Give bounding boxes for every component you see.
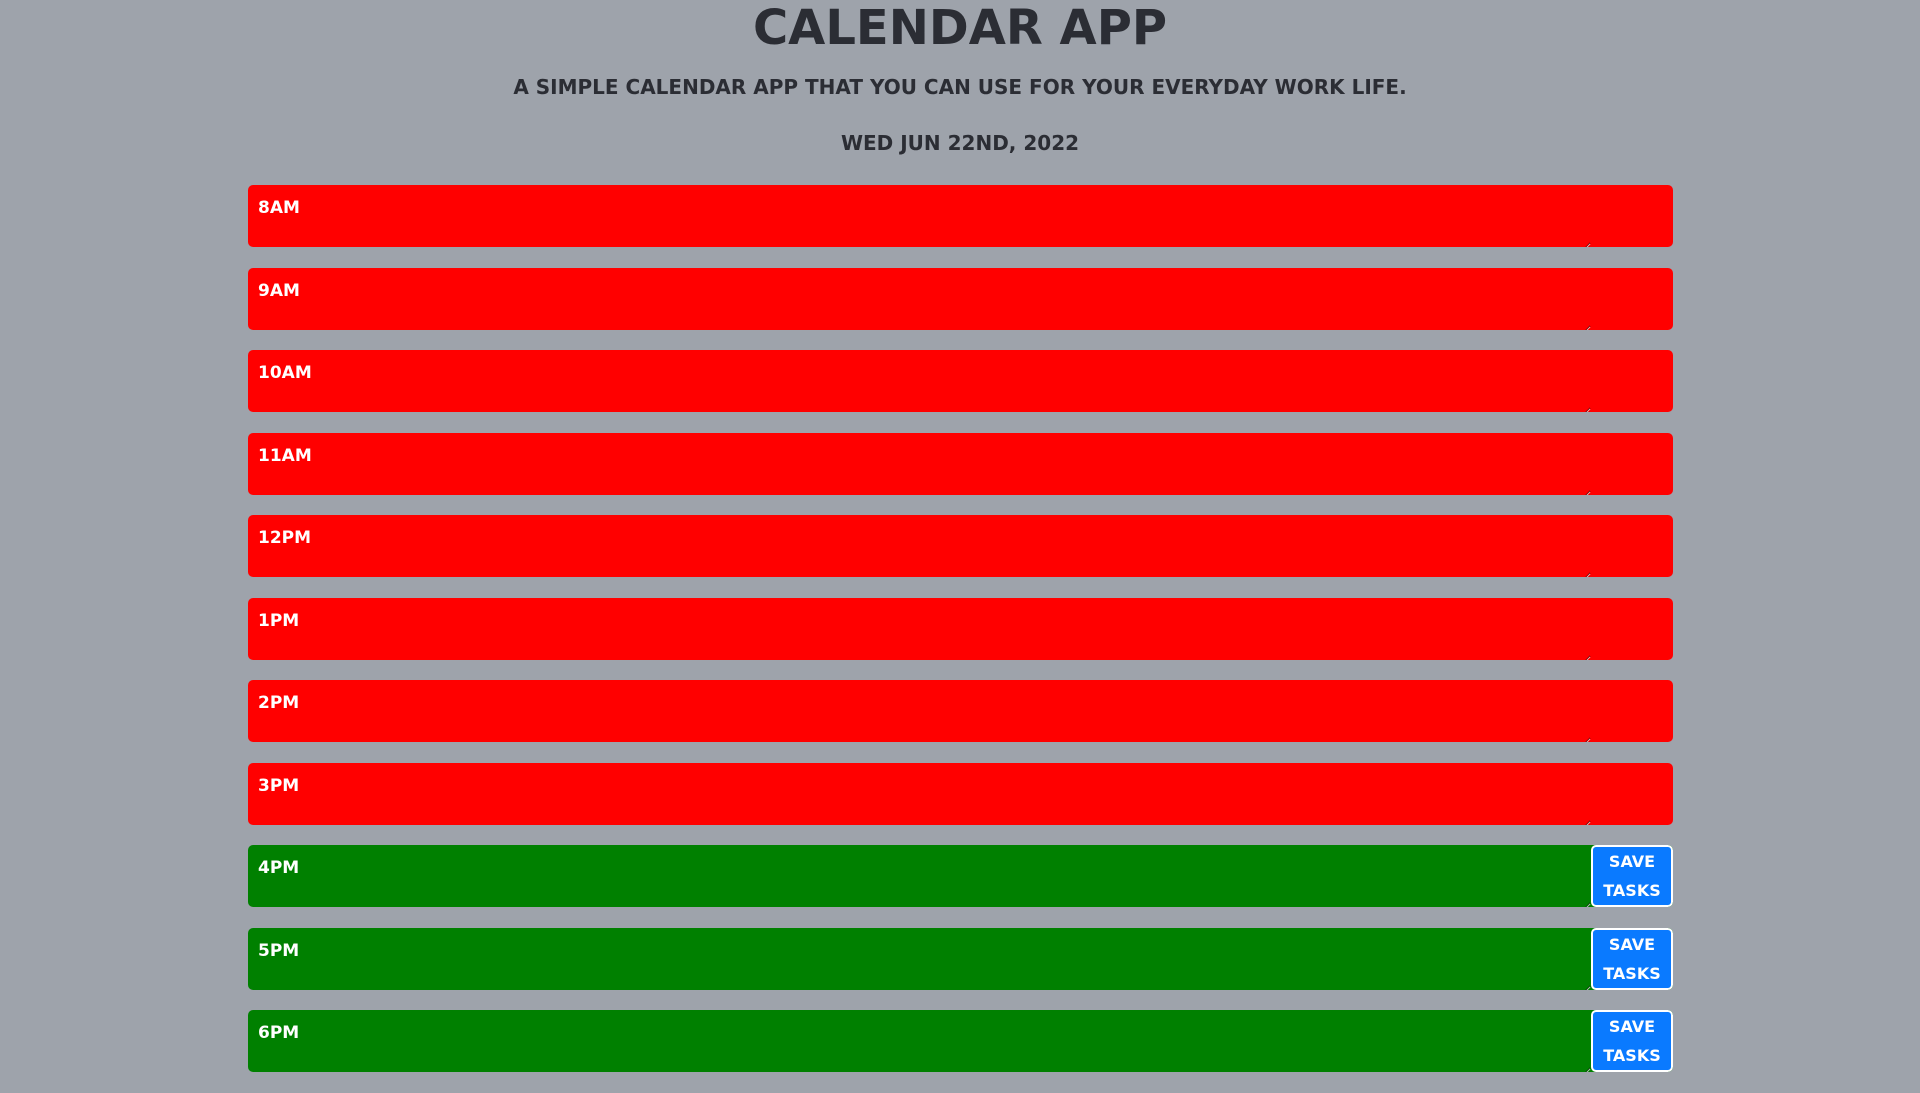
hour-row: 2PM (248, 680, 1673, 742)
task-input[interactable] (328, 597, 1591, 660)
hour-row: 10AM (248, 350, 1673, 412)
save-button-label-line2: Tasks (1603, 963, 1661, 983)
hour-row: 5PM Save Tasks (248, 927, 1673, 990)
hour-row: 6PM Save Tasks (248, 1010, 1673, 1072)
hour-label: 3PM (258, 775, 300, 796)
hour-label: 9AM (258, 280, 300, 301)
page-header: Calendar App A simple calendar app that … (0, 0, 1920, 156)
task-input[interactable] (328, 1010, 1591, 1072)
task-input[interactable] (328, 680, 1591, 742)
hour-label: 12PM (258, 528, 312, 548)
hour-row: 4PM Save Tasks (248, 845, 1673, 907)
task-input[interactable] (328, 927, 1591, 990)
hour-row: 8AM (248, 185, 1673, 247)
hour-label: 4PM (258, 858, 300, 878)
save-button-label-line2: Tasks (1603, 881, 1661, 900)
hour-label: 1PM (258, 610, 300, 631)
page-title: Calendar App (752, 0, 1168, 56)
task-input[interactable] (328, 515, 1591, 577)
hour-label: 11AM (258, 445, 312, 466)
hour-row: 12PM (248, 515, 1673, 577)
hour-label: 6PM (258, 1023, 300, 1043)
save-button-label-line1: Save (1608, 852, 1656, 871)
hour-label: 8AM (258, 198, 300, 218)
save-button-label-line1: Save (1608, 1017, 1656, 1036)
current-date: Wed Jun 22nd, 2022 (840, 131, 1080, 155)
page-subtitle: A simple calendar app that you can use f… (513, 75, 1407, 99)
hour-row: 3PM (248, 762, 1673, 825)
task-input[interactable] (328, 185, 1591, 247)
task-input[interactable] (328, 267, 1591, 330)
save-button-label-line1: Save (1608, 934, 1656, 954)
hour-label: 5PM (258, 940, 300, 961)
hour-label: 10AM (258, 363, 312, 383)
hour-label: 2PM (258, 693, 300, 713)
hour-row: 1PM (248, 597, 1673, 660)
hour-row: 11AM (248, 432, 1673, 495)
hour-rows: 8AM 9AM 10AM 11AM 12PM 1PM 2PM 3PM 4PM S… (248, 185, 1673, 1093)
task-input[interactable] (328, 432, 1591, 495)
save-button-label-line2: Tasks (1603, 1046, 1661, 1065)
task-input[interactable] (328, 762, 1591, 825)
save-tasks-button[interactable]: Save Tasks (1591, 845, 1673, 907)
hour-row: 9AM (248, 267, 1673, 330)
save-tasks-button[interactable]: Save Tasks (1591, 927, 1673, 990)
task-input[interactable] (328, 350, 1591, 412)
save-tasks-button[interactable]: Save Tasks (1591, 1010, 1673, 1072)
task-input[interactable] (328, 845, 1591, 907)
